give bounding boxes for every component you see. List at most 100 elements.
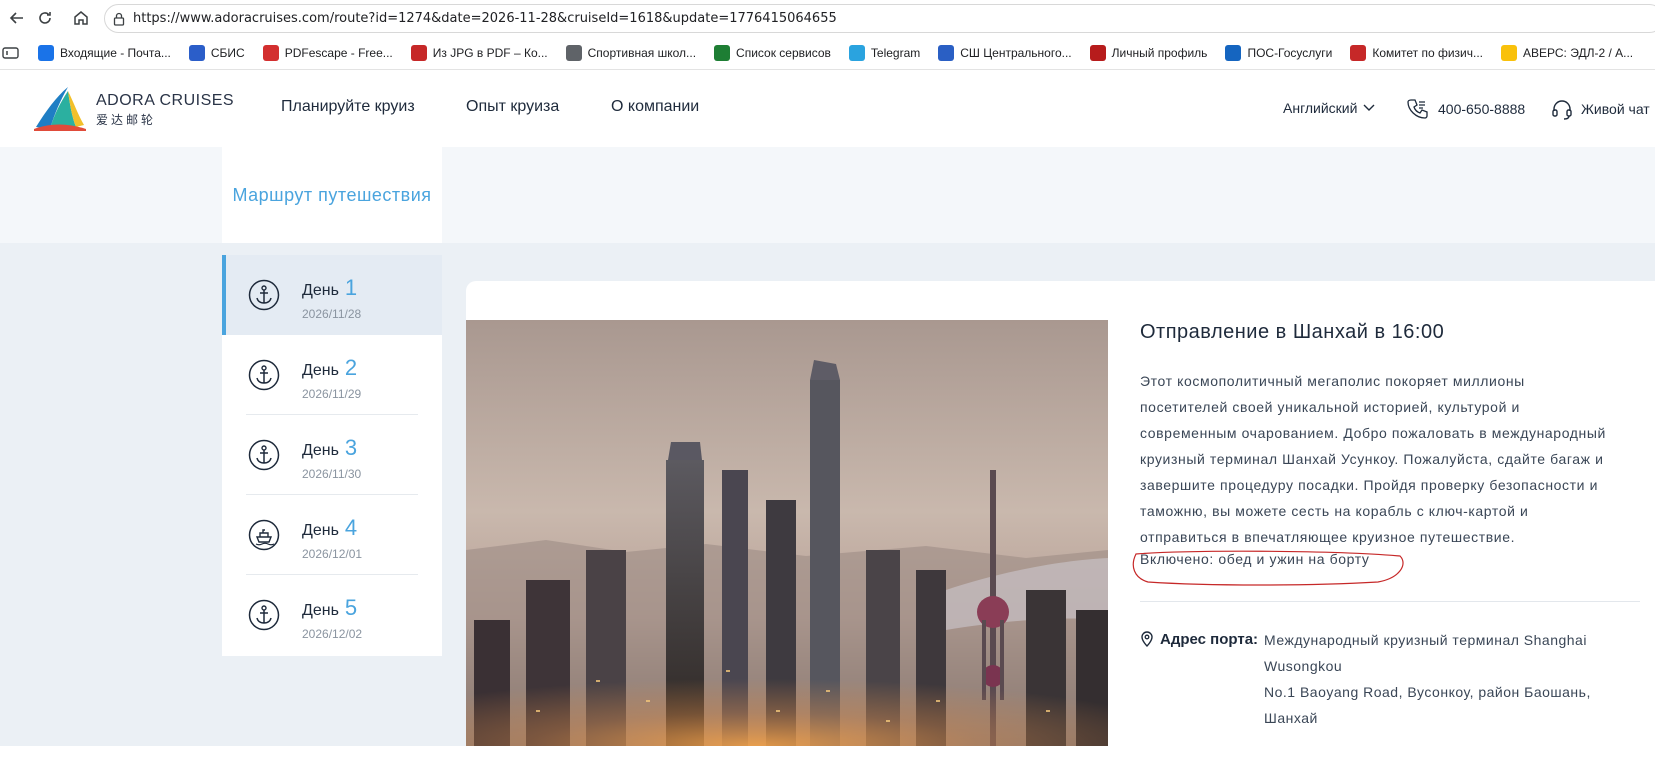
language-selector[interactable]: Английский	[1283, 100, 1375, 116]
description-line: отправиться в впечатляющее круизное путе…	[1140, 529, 1516, 545]
bookmark-item[interactable]: Входящие - Почта...	[38, 45, 171, 61]
pdf-icon	[262, 45, 279, 61]
mail-icon	[38, 45, 54, 61]
day-title: Отправление в Шанхай в 16:00	[1140, 321, 1445, 343]
bookmark-item[interactable]: Список сервисов	[714, 45, 831, 61]
back-arrow-icon	[9, 12, 23, 24]
emblem-icon	[1350, 45, 1367, 61]
chat-label: Живой чат	[1581, 101, 1650, 117]
bookmark-label: СШ Центрального...	[960, 46, 1072, 60]
day-label: День 3	[302, 435, 358, 460]
logo-title: ADORA CRUISES	[96, 92, 235, 109]
day-item-3[interactable]: День 3 2026/11/30	[222, 415, 442, 495]
bookmark-item[interactable]: Спортивная школ...	[565, 45, 697, 61]
bookmarks-bar: Входящие - Почта... СБИС PDFescape - Free.…	[0, 37, 1655, 70]
home-button[interactable]	[64, 3, 98, 33]
day-list: День 1 2026/11/28 День 2 2026/11/29 День 3 2026/…	[222, 255, 442, 656]
bookmark-label: Комитет по физич...	[1372, 46, 1483, 60]
section-divider	[1140, 601, 1640, 602]
day-label: День 1	[302, 275, 358, 300]
anchor-icon	[248, 279, 280, 311]
bookmark-label: Входящие - Почта...	[60, 46, 171, 60]
bookmark-label: PDFescape - Free...	[284, 46, 393, 60]
bookmark-item[interactable]: СБИС	[188, 45, 245, 61]
day-date: 2026/12/01	[302, 547, 363, 561]
sbis-icon	[188, 45, 205, 61]
day-label: День 4	[302, 515, 358, 540]
chevron-down-icon	[1363, 104, 1375, 111]
bookmark-item[interactable]: ПОС-Госуслуги	[1225, 45, 1332, 61]
day-date: 2026/11/29	[302, 387, 362, 401]
bookmark-label: Telegram	[870, 46, 921, 60]
anchor-icon	[248, 599, 280, 631]
day-item-1[interactable]: День 1 2026/11/28	[222, 255, 442, 335]
anchor-icon	[248, 359, 280, 391]
gosuslugi-icon	[1225, 45, 1242, 61]
address-bar[interactable]: https://www.adoracruises.com/route?id=12…	[104, 4, 1655, 33]
description-line: посетителей своей уникальной историей, к…	[1140, 399, 1520, 415]
bookmark-item[interactable]: Личный профиль	[1089, 45, 1208, 61]
port-address-line: Wusongkou	[1264, 658, 1343, 674]
day-description: Этот космополитичный мегаполис покоряет …	[1140, 368, 1640, 550]
vk-icon	[938, 45, 955, 61]
bookmark-label: Спортивная школ...	[587, 46, 697, 60]
day-label: День 2	[302, 355, 358, 380]
itinerary-title-box: Маршрут путешествия	[222, 147, 442, 243]
nav-about-company[interactable]: О компании	[611, 98, 699, 116]
browser-toolbar: https://www.adoracruises.com/route?id=12…	[0, 0, 1655, 37]
bookmark-label: Список сервисов	[736, 46, 831, 60]
url-text: https://www.adoracruises.com/route?id=12…	[133, 11, 837, 26]
day-item-2[interactable]: День 2 2026/11/29	[222, 335, 442, 415]
day-number: 3	[344, 435, 358, 460]
day-number: 2	[344, 355, 358, 380]
day-label: День 5	[302, 595, 358, 620]
excel-icon	[714, 45, 731, 61]
nav-plan-cruise[interactable]: Планируйте круиз	[281, 98, 415, 116]
day-number: 4	[344, 515, 358, 540]
description-line: таможню, вы можете сесть на корабль с кл…	[1140, 503, 1529, 519]
reload-button[interactable]	[28, 3, 62, 33]
day-date: 2026/12/02	[302, 627, 363, 641]
nav-cruise-experience[interactable]: Опыт круиза	[466, 98, 559, 116]
day-item-4[interactable]: День 4 2026/12/01	[222, 495, 442, 575]
port-address-line: No.1 Baoyang Road, Вусонкоу, район Баоша…	[1264, 684, 1591, 700]
phone-icon	[1407, 99, 1428, 119]
anchor-icon	[248, 439, 280, 471]
bookmark-label: ПОС-Госуслуги	[1247, 46, 1333, 60]
home-icon	[74, 11, 88, 25]
1c-icon	[1501, 45, 1517, 61]
description-line: завершите процедуру посадки. Пройдя пров…	[1140, 477, 1598, 493]
bookmark-item[interactable]: АВЕРС: ЭДЛ-2 / А...	[1501, 45, 1633, 61]
sidebar-toggle-icon[interactable]	[2, 46, 20, 60]
bookmark-item[interactable]: СШ Центрального...	[938, 45, 1072, 61]
included-meals: Включено: обед и ужин на борту	[1140, 551, 1370, 567]
description-line: Этот космополитичный мегаполис покоряет …	[1140, 373, 1525, 389]
phone-contact[interactable]: 400-650-8888	[1406, 98, 1525, 120]
port-address-line: Шанхай	[1264, 710, 1318, 726]
language-label: Английский	[1283, 100, 1358, 116]
shanghai-skyline-image	[466, 320, 1108, 746]
globe-icon	[565, 45, 582, 61]
logo-subtitle: 爱达邮轮	[96, 113, 157, 127]
phone-number: 400-650-8888	[1438, 101, 1526, 117]
bookmark-item[interactable]: PDFescape - Free...	[262, 45, 393, 61]
bookmark-item[interactable]: Из JPG в PDF – Ко...	[410, 45, 548, 61]
live-chat[interactable]: Живой чат	[1551, 98, 1650, 120]
bookmark-label: Из JPG в PDF – Ко...	[432, 46, 548, 60]
port-address-line: Международный круизный терминал Shanghai	[1264, 632, 1587, 648]
description-line: круизный терминал Шанхай Усункоу. Пожалу…	[1140, 451, 1604, 467]
bookmark-item[interactable]: Комитет по физич...	[1350, 45, 1483, 61]
day-number: 5	[344, 595, 358, 620]
location-pin-icon	[1141, 631, 1153, 647]
bookmark-item[interactable]: Telegram	[848, 45, 921, 61]
day-date: 2026/11/30	[302, 467, 362, 481]
ship-icon	[248, 519, 280, 551]
shanghai-skyline-photo	[466, 320, 1108, 746]
bookmark-label: Личный профиль	[1111, 46, 1208, 60]
reload-icon	[39, 12, 51, 24]
day-number: 1	[344, 275, 358, 300]
description-line: современным очарованием. Добро пожаловат…	[1140, 425, 1606, 441]
telegram-icon	[848, 45, 865, 61]
jpg-pdf-icon	[410, 45, 427, 61]
day-item-5[interactable]: День 5 2026/12/02	[222, 575, 442, 655]
